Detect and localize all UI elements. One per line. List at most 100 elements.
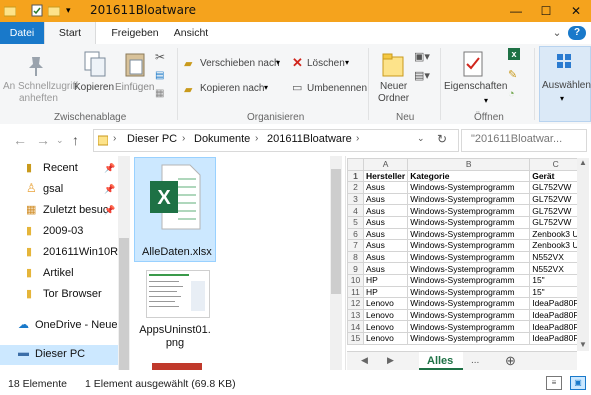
file-item[interactable]: AppsUninst01.png (134, 264, 214, 362)
breadcrumb-chevron-icon: › (182, 133, 186, 144)
copy-path-icon[interactable]: ▤ (155, 70, 164, 81)
row-number: 8 (347, 250, 364, 264)
pin-icon[interactable]: 📌 (104, 163, 115, 174)
back-icon[interactable]: ← (13, 132, 27, 148)
paste-icon[interactable] (124, 50, 146, 78)
collapse-ribbon-icon[interactable]: ⌄ (550, 22, 564, 44)
nav-item-gsal[interactable]: ♙ gsal 📌 (0, 180, 118, 200)
file-name: AppsUninst01.png (139, 324, 211, 349)
add-sheet-icon[interactable]: ⊕ (505, 353, 516, 369)
image-thumbnail-icon (152, 363, 202, 370)
sheet-prev-icon[interactable]: ◀ (361, 355, 368, 366)
close-button[interactable]: ✕ (561, 0, 591, 22)
forward-icon[interactable]: → (36, 132, 50, 148)
tab-share[interactable]: Freigeben (104, 22, 166, 44)
recent-places-icon: ▦ (26, 204, 37, 216)
new-item-icon[interactable]: ▣▾ (414, 50, 430, 63)
refresh-icon[interactable]: ↻ (437, 132, 447, 146)
file-item[interactable]: X AlleDaten.xlsx (134, 157, 216, 262)
table-cell: Windows-Systemprogramm (407, 204, 531, 217)
table-cell: GL752VW (529, 204, 583, 217)
breadcrumb-item[interactable]: 201611Bloatware (267, 133, 352, 145)
pin-icon[interactable]: 📌 (104, 205, 115, 216)
nav-item-2009-03[interactable]: ▮ 2009-03 (0, 222, 118, 242)
table-cell: Lenovo (362, 308, 409, 322)
item-count: 18 Elemente (8, 378, 67, 390)
cut-icon[interactable]: ✂ (155, 50, 165, 64)
new-folder-label-1[interactable]: Neuer (380, 81, 407, 92)
copy-to-button[interactable]: Kopieren nach (200, 83, 265, 94)
up-icon[interactable]: ↑ (72, 132, 79, 148)
new-folder-icon[interactable] (382, 52, 404, 78)
help-icon[interactable]: ? (568, 26, 586, 40)
easy-access-icon[interactable]: ▤▾ (414, 69, 430, 82)
rename-icon[interactable]: ▭ (292, 81, 302, 94)
pin-icon[interactable] (24, 54, 48, 78)
new-folder-label-2[interactable]: Ordner (378, 93, 409, 104)
table-cell: Hersteller (362, 169, 409, 183)
row-number: 3 (347, 192, 364, 206)
tab-start[interactable]: Start (44, 22, 96, 45)
nav-item-artikel[interactable]: ▮ Artikel (0, 264, 118, 284)
maximize-button[interactable]: ☐ (531, 0, 561, 22)
edit-icon[interactable]: ✎ (508, 68, 517, 81)
pin-icon[interactable]: 📌 (104, 184, 115, 195)
group-clipboard-label: Zwischenablage (54, 112, 127, 123)
copy-to-icon[interactable]: ▰ (184, 83, 192, 96)
table-cell: Lenovo (362, 331, 409, 345)
table-row: 7 Asus Windows-Systemprogramm Zenbook3 U (347, 239, 583, 252)
history-icon[interactable]: ◔ (508, 88, 515, 100)
ribbon-separator (368, 48, 369, 120)
properties-icon[interactable] (31, 4, 43, 17)
column-letter: C (529, 158, 583, 171)
copy-label[interactable]: Kopieren (74, 82, 114, 93)
search-input[interactable]: "201611Bloatwar... (471, 133, 562, 145)
nav-item-201611win10re[interactable]: ▮ 201611Win10Re (0, 243, 118, 263)
scroll-up-icon[interactable]: ▲ (579, 158, 587, 167)
sheet-tab-alles[interactable]: Alles (419, 352, 463, 371)
table-cell: Windows-Systemprogramm (407, 192, 531, 206)
breadcrumb-item[interactable]: Dokumente (194, 133, 250, 145)
spreadsheet-preview: A B C 1 Hersteller Kategorie Gerät 2 Asus… (347, 158, 583, 345)
excel-open-icon[interactable]: x (508, 48, 520, 60)
move-to-button[interactable]: Verschieben nach (200, 58, 280, 69)
properties-icon[interactable] (462, 50, 484, 78)
nav-item-tor-browser[interactable]: ▮ Tor Browser (0, 285, 118, 305)
search-box[interactable]: "201611Bloatwar... (461, 129, 587, 152)
row-number: 7 (347, 239, 364, 252)
address-dropdown-icon[interactable]: ⌄ (417, 133, 425, 144)
delete-icon[interactable]: ✕ (292, 55, 303, 71)
select-button[interactable]: Auswählen ▾ (539, 46, 591, 122)
properties-label[interactable]: Eigenschaften (444, 81, 507, 92)
nav-item-this-pc[interactable]: ▬ Dieser PC (0, 345, 118, 365)
new-folder-qa-icon[interactable] (48, 4, 60, 17)
customize-qa-icon[interactable]: ▾ (66, 5, 78, 18)
tab-view[interactable]: Ansicht (166, 22, 216, 44)
large-icons-view-icon[interactable]: ▣ (570, 376, 586, 390)
address-bar[interactable]: › Dieser PC › Dokumente › 201611Bloatwar… (93, 129, 459, 152)
row-number: 1 (347, 169, 364, 183)
preview-scrollbar[interactable]: ▲ ▼ (577, 158, 589, 351)
nav-item-recent[interactable]: ▮ Recent 📌 (0, 159, 118, 179)
nav-item-onedrive[interactable]: ☁ OneDrive - Neue (0, 316, 118, 336)
sheet-next-icon[interactable]: ▶ (387, 355, 394, 366)
paste-label[interactable]: Einfügen (115, 82, 154, 93)
minimize-button[interactable]: — (501, 0, 531, 22)
move-icon[interactable]: ▰ (184, 57, 192, 70)
breadcrumb-item[interactable]: Dieser PC (127, 133, 177, 145)
nav-item-recent-places[interactable]: ▦ Zuletzt besuc 📌 (0, 201, 118, 221)
rename-button[interactable]: Umbenennen (307, 83, 367, 94)
table-cell: 15" (529, 273, 583, 287)
recent-locations-icon[interactable]: ⌄ (56, 135, 64, 146)
sheet-more-label[interactable]: ... (471, 355, 479, 366)
nav-scrollbar-thumb[interactable] (119, 238, 129, 370)
copy-icon[interactable] (83, 50, 107, 78)
delete-button[interactable]: Löschen (307, 58, 345, 69)
tab-file[interactable]: Datei (0, 22, 44, 44)
table-cell: IdeaPad80F (529, 331, 583, 345)
file-scrollbar-thumb[interactable] (331, 169, 341, 294)
scroll-down-icon[interactable]: ▼ (579, 340, 587, 349)
paste-shortcut-icon[interactable]: ▦ (155, 88, 164, 99)
details-view-icon[interactable]: ≡ (546, 376, 562, 390)
selection-info: 1 Element ausgewählt (69.8 KB) (85, 378, 236, 390)
